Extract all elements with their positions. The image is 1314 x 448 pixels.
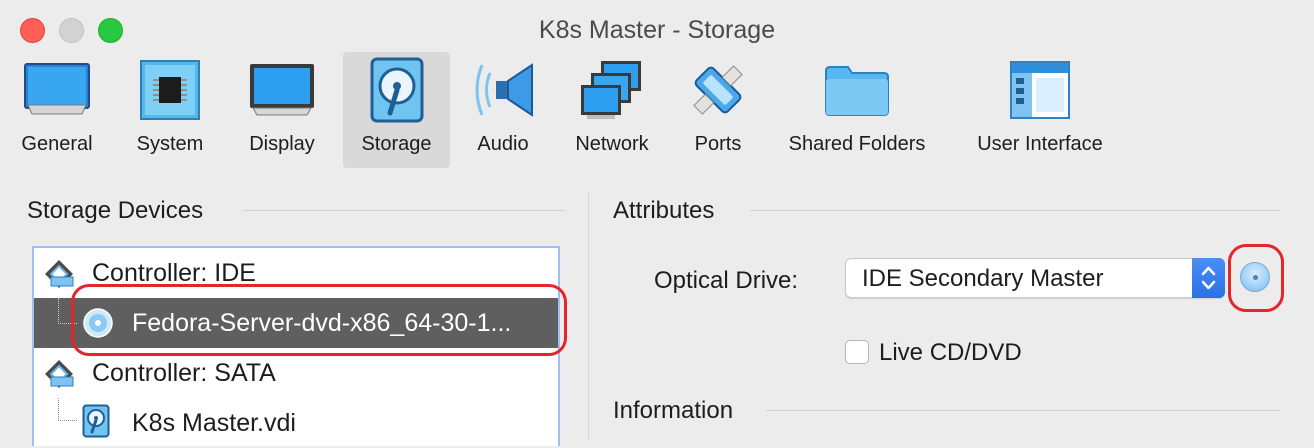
- tab-display[interactable]: Display: [237, 52, 327, 168]
- ide-controller-icon: [42, 257, 76, 294]
- tab-ports[interactable]: Ports: [680, 52, 756, 168]
- storage-tree[interactable]: Controller: IDE Fedora-Server-dvd-x86_64…: [32, 246, 560, 446]
- display-icon: [249, 52, 315, 128]
- attributes-separator: [750, 210, 1280, 211]
- tree-item-controller-sata[interactable]: Controller: SATA: [34, 348, 558, 398]
- window-title: K8s Master - Storage: [538, 16, 776, 44]
- tab-storage[interactable]: Storage: [343, 52, 450, 168]
- tree-item-disk-k8s[interactable]: K8s Master.vdi: [34, 398, 558, 448]
- storage-disk-icon: [370, 52, 424, 128]
- tree-item-optical-fedora[interactable]: Fedora-Server-dvd-x86_64-30-1...: [34, 298, 558, 348]
- sata-controller-icon: [42, 357, 76, 394]
- tree-item-label: Controller: IDE: [92, 259, 256, 287]
- tab-general-label: General: [21, 133, 93, 155]
- live-cd-label: Live CD/DVD: [879, 339, 1022, 366]
- optical-drive-value: IDE Secondary Master: [862, 265, 1104, 292]
- tab-user-interface[interactable]: User Interface: [962, 52, 1118, 168]
- live-cd-checkbox[interactable]: [845, 340, 869, 364]
- chip-icon: [139, 52, 201, 128]
- information-heading: Information: [613, 397, 734, 424]
- attributes-heading: Attributes: [613, 197, 715, 224]
- tab-system-label: System: [136, 133, 204, 155]
- disc-icon: [1253, 275, 1258, 280]
- tab-shared-folders-label: Shared Folders: [788, 133, 926, 155]
- hard-disk-icon: [82, 404, 110, 443]
- storage-devices-separator: [243, 210, 565, 211]
- optical-drive-label: Optical Drive:: [654, 267, 799, 294]
- tree-item-label: K8s Master.vdi: [132, 409, 296, 437]
- storage-devices-heading: Storage Devices: [27, 197, 204, 224]
- network-icon: [579, 52, 645, 128]
- choose-disk-button[interactable]: [1240, 262, 1270, 292]
- tree-item-label: Controller: SATA: [92, 359, 276, 387]
- window-layout-icon: [1009, 52, 1071, 128]
- select-stepper[interactable]: [1192, 258, 1225, 298]
- tree-item-label: Fedora-Server-dvd-x86_64-30-1...: [132, 309, 512, 337]
- tab-audio[interactable]: Audio: [460, 52, 546, 168]
- tab-ports-label: Ports: [694, 133, 742, 155]
- tab-network[interactable]: Network: [566, 52, 658, 168]
- speaker-icon: [470, 52, 536, 128]
- information-separator: [766, 410, 1280, 411]
- tree-connector: [58, 298, 77, 324]
- tree-item-controller-ide[interactable]: Controller: IDE: [34, 248, 558, 298]
- tab-storage-label: Storage: [361, 133, 432, 155]
- tab-general[interactable]: General: [12, 52, 102, 168]
- tab-system[interactable]: System: [125, 52, 215, 168]
- monitor-icon: [24, 52, 90, 128]
- settings-toolbar: General System Display Storage Audio Net…: [0, 52, 1314, 168]
- title-bar: K8s Master - Storage: [0, 0, 1314, 60]
- tab-user-interface-label: User Interface: [977, 133, 1103, 155]
- optical-disc-icon: [82, 307, 114, 344]
- tree-connector: [58, 398, 77, 421]
- ports-icon: [686, 52, 750, 128]
- chevron-up-down-icon: [1201, 266, 1216, 290]
- optical-drive-select[interactable]: IDE Secondary Master: [845, 258, 1225, 298]
- tab-audio-label: Audio: [477, 133, 529, 155]
- pane-divider: [588, 192, 589, 440]
- tab-display-label: Display: [249, 133, 315, 155]
- folder-icon: [824, 52, 890, 128]
- tab-shared-folders[interactable]: Shared Folders: [778, 52, 936, 168]
- tab-network-label: Network: [575, 133, 649, 155]
